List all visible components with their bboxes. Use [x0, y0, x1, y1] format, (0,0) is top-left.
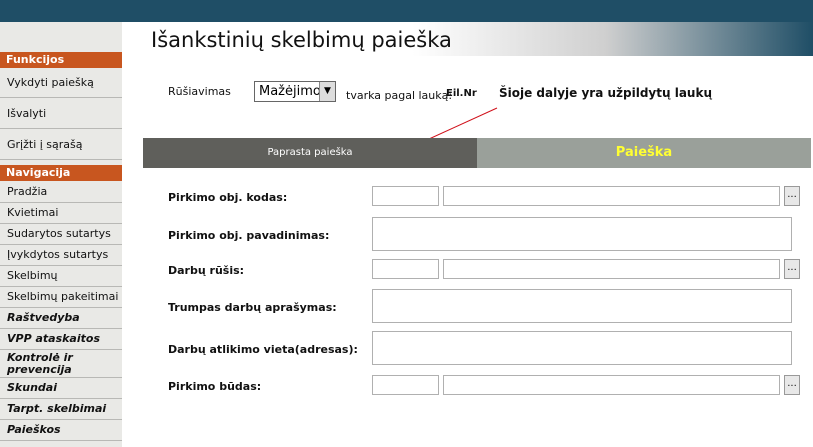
nav-item-searches[interactable]: Paieškos — [0, 420, 122, 441]
code-input-short[interactable] — [372, 186, 439, 206]
location-label: Darbų atlikimo vieta(adresas): — [168, 343, 358, 356]
title-bar: Išankstinių skelbimų paieška — [122, 22, 813, 56]
name-input[interactable] — [372, 217, 792, 251]
method-input-short[interactable] — [372, 375, 439, 395]
work-type-input-long[interactable] — [443, 259, 780, 279]
nav-item-home[interactable]: Pradžia — [0, 182, 122, 203]
page-title: Išankstinių skelbimų paieška — [151, 28, 452, 52]
nav-item-notice-cancellations[interactable]: Skelbimų nutraukimai — [0, 266, 122, 302]
method-label: Pirkimo būdas: — [168, 380, 262, 393]
nav-item-concluded-contracts[interactable]: Sudarytos sutartys — [0, 224, 122, 245]
tab-simple-search[interactable]: Paprasta paieška — [143, 138, 477, 168]
description-input[interactable] — [372, 289, 792, 323]
work-type-label: Darbų rūšis: — [168, 264, 245, 277]
order-label: tvarka pagal lauką: — [346, 89, 453, 102]
sidebar: Funkcijos Vykdyti paiešką Išvalyti Grįžt… — [0, 22, 122, 447]
nav-item-vpp-reports[interactable]: VPP ataskaitos — [0, 329, 122, 350]
nav-item-invitations[interactable]: Kvietimai — [0, 203, 122, 224]
nav-item-notice-changes[interactable]: Skelbimų pakeitimai — [0, 287, 122, 308]
work-type-input-short[interactable] — [372, 259, 439, 279]
sort-order-value: Mažėjimo — [259, 84, 321, 99]
sort-label: Rūšiavimas — [168, 85, 231, 98]
functions-header: Funkcijos — [0, 52, 122, 68]
nav-item-intl-notices[interactable]: Tarpt. skelbimai — [0, 399, 122, 420]
annotation-note: Šioje dalyje yra užpildytų laukų — [499, 86, 712, 100]
code-input-long[interactable] — [443, 186, 780, 206]
method-input-long[interactable] — [443, 375, 780, 395]
sort-field-value: Eil.Nr — [446, 88, 477, 99]
name-label: Pirkimo obj. pavadinimas: — [168, 229, 330, 242]
top-bar — [0, 0, 813, 22]
nav-item-records[interactable]: Raštvedyba — [0, 308, 122, 329]
clear-button[interactable]: Išvalyti — [0, 99, 122, 129]
nav-item-control[interactable]: Kontrolė ir prevencija — [0, 350, 122, 378]
tab-search[interactable]: Paieška — [477, 138, 811, 168]
main-content: Išankstinių skelbimų paieška Rūšiavimas … — [122, 22, 813, 447]
chevron-down-icon[interactable]: ▼ — [319, 82, 335, 101]
nav-item-fulfilled-contracts[interactable]: Įvykdytos sutartys — [0, 245, 122, 266]
method-lookup-button[interactable]: ... — [784, 375, 800, 395]
code-lookup-button[interactable]: ... — [784, 186, 800, 206]
back-to-list-button[interactable]: Grįžti į sąrašą — [0, 130, 122, 160]
sort-order-select[interactable]: Mažėjimo ▼ — [254, 81, 336, 102]
navigation-header: Navigacija — [0, 165, 122, 181]
location-input[interactable] — [372, 331, 792, 365]
nav-item-complaints[interactable]: Skundai — [0, 378, 122, 399]
description-label: Trumpas darbų aprašymas: — [168, 301, 337, 314]
code-label: Pirkimo obj. kodas: — [168, 191, 288, 204]
execute-search-button[interactable]: Vykdyti paiešką — [0, 68, 122, 98]
work-type-lookup-button[interactable]: ... — [784, 259, 800, 279]
